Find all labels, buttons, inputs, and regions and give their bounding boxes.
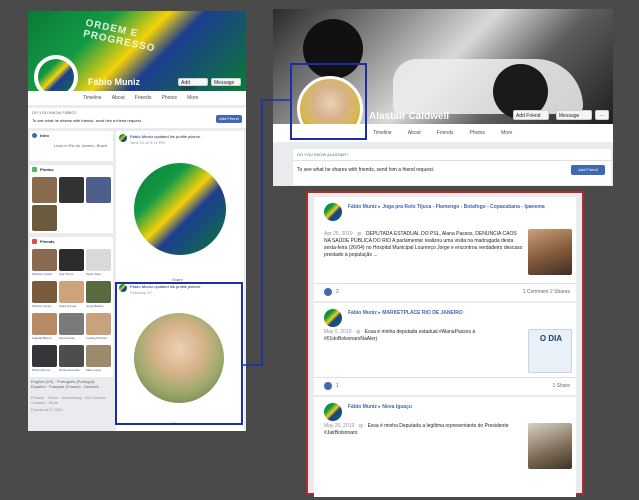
group-post: Fábio Muniz ▸ Joga pra Rolo Tijuca - Fla… (314, 197, 576, 301)
post-avatar[interactable] (324, 309, 342, 327)
posts-panel: Fábio Muniz ▸ Joga pra Rolo Tijuca - Fla… (306, 191, 584, 497)
like-icon[interactable] (324, 382, 332, 390)
globe-icon: ◍ · (357, 231, 366, 237)
post-author[interactable]: Fábio Muniz (348, 310, 377, 316)
globe-icon: ◍ · (358, 423, 368, 429)
group-post: Fábio Muniz ▸ MARKETPLACE RIO DE JANEIRO… (314, 303, 576, 395)
post-author[interactable]: Fábio Muniz (348, 204, 377, 210)
thumbnail-title: O DIA (539, 334, 563, 343)
post-header: Fábio Muniz ▸ Nova Iguaçu (348, 403, 563, 412)
post-header: Fábio Muniz ▸ Joga pra Rolo Tijuca - Fla… (348, 203, 563, 212)
post-thumbnail[interactable]: O DIA (528, 329, 572, 373)
post-body: Apr 26, 2019 · ◍ · DEPUTADA ESTADUAL DO … (324, 231, 524, 259)
post-author[interactable]: Fábio Muniz (348, 404, 377, 410)
post-group[interactable]: Nova Iguaçu (382, 404, 412, 410)
post-thumbnail[interactable] (528, 423, 572, 469)
post-date[interactable]: May 5, 2019 · (324, 329, 356, 335)
group-post: Fábio Muniz ▸ Nova Iguaçu May 20, 2019 ·… (314, 397, 576, 497)
divider (314, 283, 576, 284)
post-thumbnail[interactable] (528, 229, 572, 275)
post-group[interactable]: MARKETPLACE RIO DE JANEIRO (382, 310, 463, 316)
post-avatar[interactable] (324, 403, 342, 421)
arrow-icon: ▸ (378, 404, 381, 410)
post-date[interactable]: May 20, 2019 · (324, 423, 359, 429)
connector-line (243, 99, 290, 366)
post-header: Fábio Muniz ▸ MARKETPLACE RIO DE JANEIRO (348, 309, 563, 318)
divider (314, 377, 576, 378)
post-stats[interactable]: 1 Share (552, 383, 570, 389)
post-stats[interactable]: 1 Comment 2 Shares (523, 289, 570, 295)
reaction-count[interactable]: 2 (336, 289, 339, 295)
post-group[interactable]: Joga pra Rolo Tijuca - Flamengo - Botafo… (382, 204, 544, 210)
like-icon[interactable] (324, 288, 332, 296)
post-date[interactable]: Apr 26, 2019 · (324, 231, 357, 237)
arrow-icon: ▸ (378, 204, 381, 210)
post-avatar[interactable] (324, 203, 342, 221)
arrow-icon: ▸ (378, 310, 381, 316)
reaction-count[interactable]: 1 (336, 383, 339, 389)
post-body: May 5, 2019 · ◍ · Essa é minha deputada … (324, 329, 519, 343)
post-body: May 20, 2019 · ◍ · Essa é minha Deputada… (324, 423, 519, 437)
globe-icon: ◍ · (355, 329, 365, 335)
